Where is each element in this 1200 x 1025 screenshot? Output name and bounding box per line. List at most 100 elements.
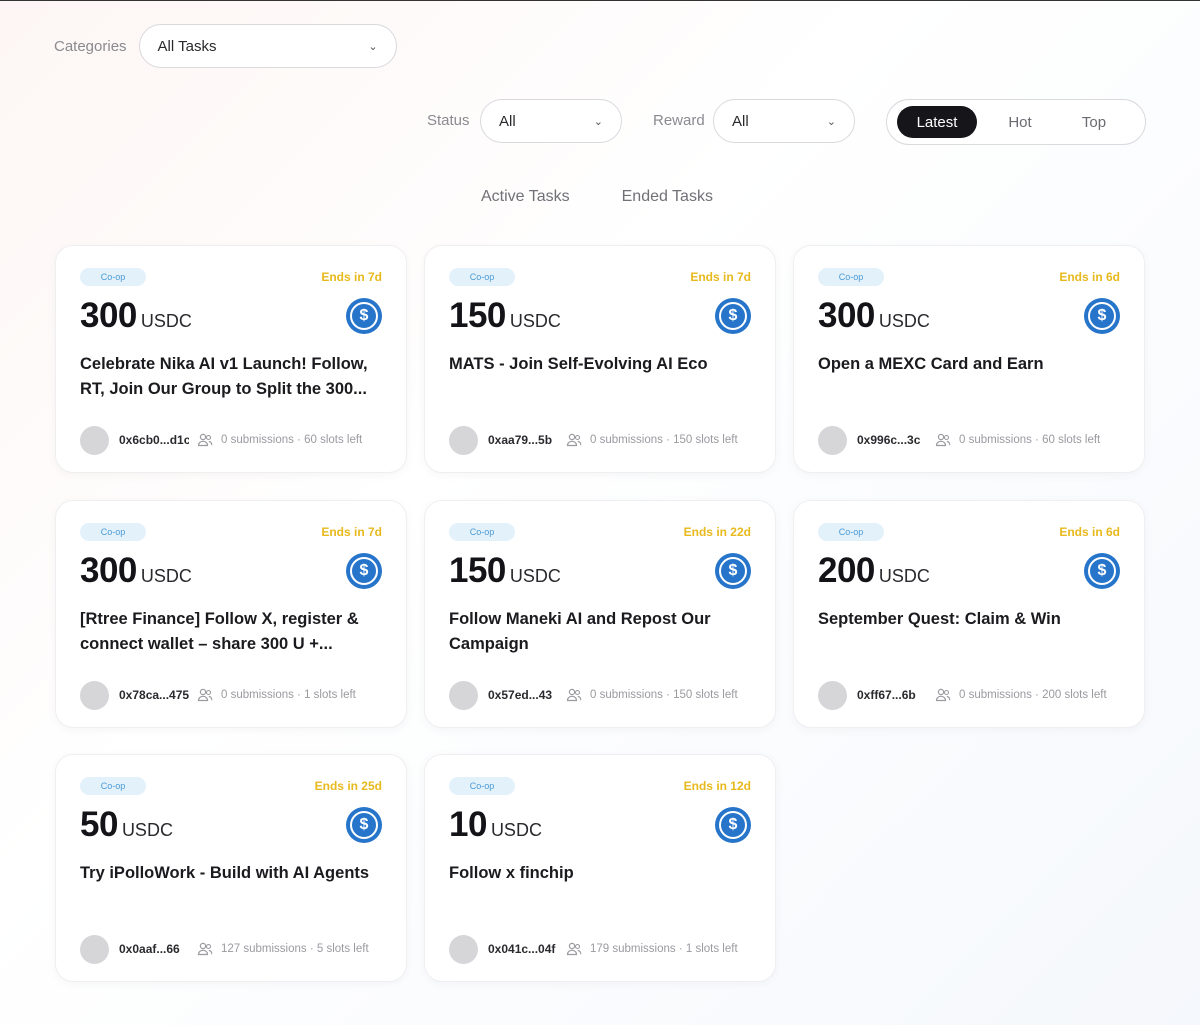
ends-in-label: Ends in 22d (683, 525, 751, 539)
dollar-icon: $ (1088, 557, 1116, 585)
sort-top-button[interactable]: Top (1063, 106, 1125, 138)
coop-badge: Co-op (449, 777, 515, 795)
submission-stats: 179 submissions · 1 slots left (590, 943, 738, 955)
chevron-down-icon: ⌄ (593, 115, 603, 128)
status-value: All (499, 112, 516, 130)
task-title: Follow Maneki AI and Repost Our Campaign (449, 610, 711, 653)
ends-in-label: Ends in 6d (1059, 525, 1120, 539)
people-icon (566, 433, 582, 447)
creator-address: 0xff67...6b (857, 688, 916, 702)
people-icon (566, 942, 582, 956)
avatar (80, 934, 109, 964)
coop-badge: Co-op (449, 268, 515, 286)
submission-stats: 0 submissions · 1 slots left (221, 689, 356, 701)
tab-ended-tasks[interactable]: Ended Tasks (622, 188, 713, 206)
task-card[interactable]: Co-op Ends in 6d 300 USDC $ Open a MEXC … (793, 245, 1145, 473)
ends-in-label: Ends in 7d (690, 270, 751, 284)
task-card[interactable]: Co-op Ends in 25d 50 USDC $ Try iPolloWo… (55, 754, 407, 982)
avatar (80, 425, 109, 455)
reward-currency: USDC (878, 311, 930, 331)
avatar (449, 680, 478, 710)
dollar-icon: $ (719, 811, 747, 839)
ends-in-label: Ends in 7d (321, 525, 382, 539)
usdc-coin-icon: $ (715, 553, 751, 589)
submission-stats: 127 submissions · 5 slots left (221, 943, 369, 955)
usdc-coin-icon: $ (715, 298, 751, 334)
card-footer: 0x996c...3c 0 submissions · 60 slots lef… (818, 425, 1120, 455)
categories-filter: Categories All Tasks ⌄ (54, 24, 397, 68)
reward-currency: USDC (490, 820, 542, 840)
reward-select[interactable]: All ⌄ (713, 99, 855, 143)
dollar-icon: $ (350, 302, 378, 330)
reward-currency: USDC (878, 566, 930, 586)
task-card[interactable]: Co-op Ends in 7d 300 USDC $ Celebrate Ni… (55, 245, 407, 473)
card-footer: 0x041c...04f 179 submissions · 1 slots l… (449, 934, 751, 964)
people-icon (935, 433, 951, 447)
sort-toggle: Latest Hot Top (886, 99, 1146, 145)
task-card[interactable]: Co-op Ends in 12d 10 USDC $ Follow x fin… (424, 754, 776, 982)
ends-in-label: Ends in 6d (1059, 270, 1120, 284)
reward-value: 300 (818, 296, 875, 335)
reward-value: 50 (80, 805, 118, 844)
dollar-icon: $ (1088, 302, 1116, 330)
card-footer: 0xaa79...5b 0 submissions · 150 slots le… (449, 425, 751, 455)
creator-address: 0x6cb0...d1c (119, 433, 189, 447)
task-title: [Rtree Finance] Follow X, register & con… (80, 610, 359, 653)
ends-in-label: Ends in 25d (314, 779, 382, 793)
reward-amount: 10 USDC (449, 805, 542, 845)
chevron-down-icon: ⌄ (826, 115, 836, 128)
reward-amount: 150 USDC (449, 296, 561, 336)
status-select[interactable]: All ⌄ (480, 99, 622, 143)
task-card[interactable]: Co-op Ends in 7d 300 USDC $ [Rtree Finan… (55, 500, 407, 728)
task-title: Follow x finchip (449, 864, 574, 882)
reward-currency: USDC (509, 566, 561, 586)
reward-amount: 200 USDC (818, 551, 930, 591)
usdc-coin-icon: $ (715, 807, 751, 843)
categories-value: All Tasks (157, 37, 217, 55)
status-label: Status (427, 112, 470, 129)
avatar (449, 934, 478, 964)
coop-badge: Co-op (80, 777, 146, 795)
usdc-coin-icon: $ (346, 298, 382, 334)
tab-active-tasks[interactable]: Active Tasks (481, 188, 570, 206)
task-card[interactable]: Co-op Ends in 6d 200 USDC $ September Qu… (793, 500, 1145, 728)
people-icon (935, 688, 951, 702)
task-title: Celebrate Nika AI v1 Launch! Follow, RT,… (80, 355, 368, 398)
filter-bar: Status All ⌄ Reward All ⌄ Latest Hot Top (0, 99, 1200, 145)
dollar-icon: $ (350, 811, 378, 839)
sort-hot-button[interactable]: Hot (989, 106, 1051, 138)
task-card[interactable]: Co-op Ends in 22d 150 USDC $ Follow Mane… (424, 500, 776, 728)
ends-in-label: Ends in 12d (683, 779, 751, 793)
usdc-coin-icon: $ (346, 553, 382, 589)
categories-select[interactable]: All Tasks ⌄ (138, 24, 397, 68)
creator-address: 0x57ed...43 (488, 688, 553, 702)
creator-address: 0xaa79...5b (488, 433, 553, 447)
reward-amount: 150 USDC (449, 551, 561, 591)
people-icon (566, 688, 582, 702)
reward-value: 150 (449, 551, 506, 590)
sort-latest-button[interactable]: Latest (897, 106, 977, 138)
reward-currency: USDC (509, 311, 561, 331)
people-icon (197, 688, 213, 702)
task-card[interactable]: Co-op Ends in 7d 150 USDC $ MATS - Join … (424, 245, 776, 473)
task-title: Open a MEXC Card and Earn (818, 355, 1044, 373)
avatar (80, 680, 109, 710)
coop-badge: Co-op (80, 523, 146, 541)
submission-stats: 0 submissions · 60 slots left (959, 434, 1101, 446)
submission-stats: 0 submissions · 150 slots left (590, 434, 738, 446)
coop-badge: Co-op (449, 523, 515, 541)
dollar-icon: $ (719, 302, 747, 330)
reward-value: 300 (80, 551, 137, 590)
reward-amount: 300 USDC (80, 296, 192, 336)
reward-currency: USDC (140, 566, 192, 586)
submission-stats: 0 submissions · 150 slots left (590, 689, 738, 701)
creator-address: 0x996c...3c (857, 433, 921, 447)
usdc-coin-icon: $ (1084, 553, 1120, 589)
creator-address: 0x0aaf...66 (119, 942, 180, 956)
creator-address: 0x041c...04f (488, 942, 556, 956)
reward-amount: 300 USDC (80, 551, 192, 591)
reward-value: 200 (818, 551, 875, 590)
dollar-icon: $ (350, 557, 378, 585)
coop-badge: Co-op (80, 268, 146, 286)
reward-currency: USDC (140, 311, 192, 331)
